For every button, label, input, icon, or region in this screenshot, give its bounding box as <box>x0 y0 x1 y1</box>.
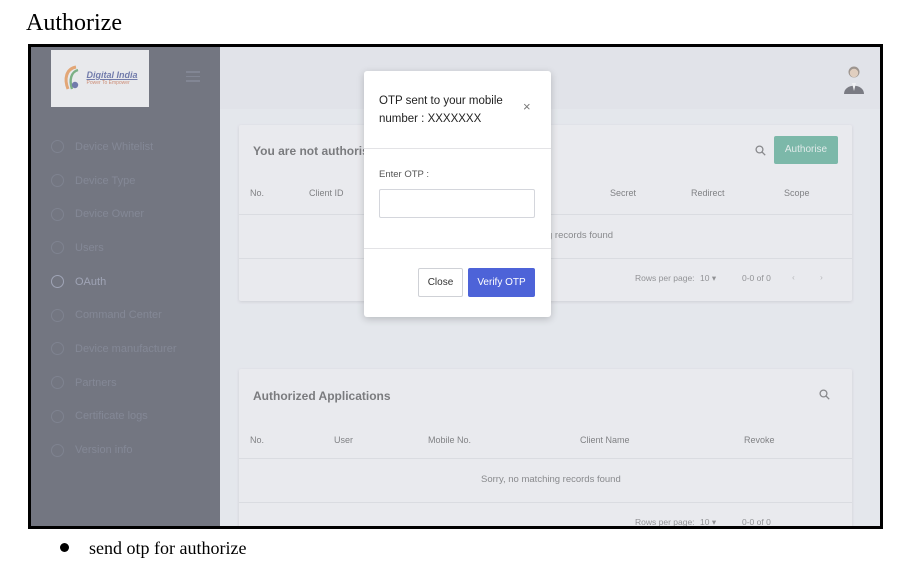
close-button[interactable]: Close <box>418 268 463 297</box>
otp-label: Enter OTP : <box>379 169 429 180</box>
divider <box>364 248 551 249</box>
otp-input[interactable] <box>379 189 535 218</box>
document-title: Authorize <box>26 10 122 36</box>
dialog-title: OTP sent to your mobile number : XXXXXXX <box>379 95 503 125</box>
verify-otp-button[interactable]: Verify OTP <box>468 268 535 297</box>
close-icon[interactable]: × <box>523 99 531 114</box>
bullet-icon <box>60 543 69 553</box>
divider <box>364 148 551 149</box>
bullet-text: send otp for authorize <box>89 538 247 558</box>
bullet-item: send otp for authorize <box>60 538 246 559</box>
app-screenshot: Digital India Power To Empower Device Wh… <box>28 44 883 529</box>
otp-dialog: OTP sent to your mobile number : XXXXXXX… <box>364 71 551 317</box>
